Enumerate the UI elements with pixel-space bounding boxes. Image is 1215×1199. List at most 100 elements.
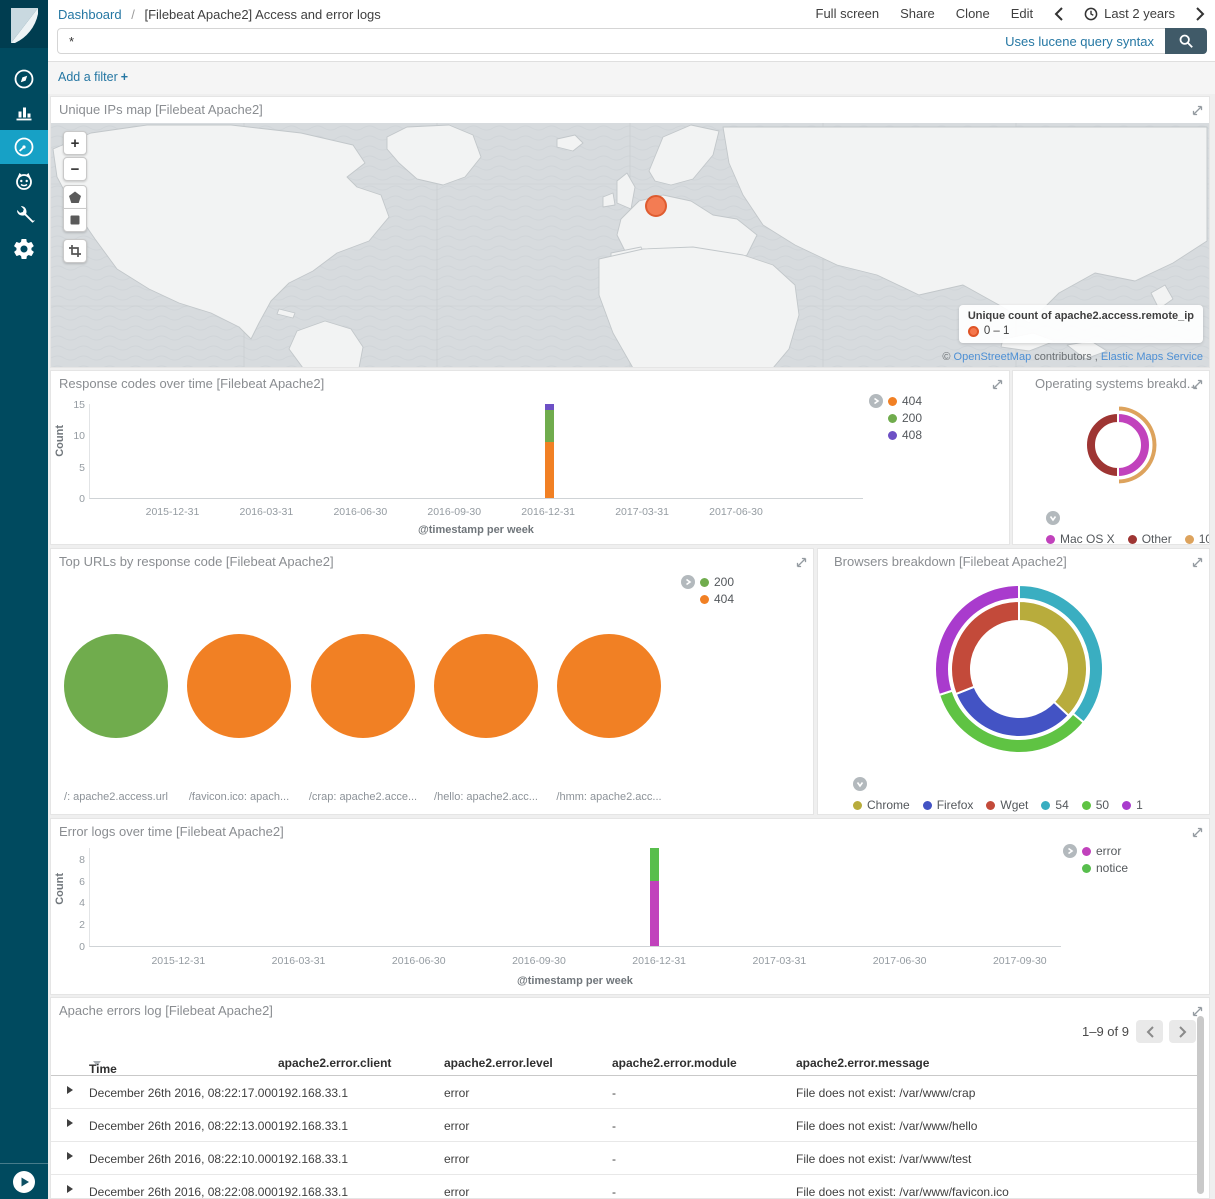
- map-fit-bounds-button[interactable]: [63, 239, 87, 263]
- os-donut-chart[interactable]: [1076, 403, 1160, 487]
- legend-collapse-icon[interactable]: [869, 394, 883, 408]
- pie-chart-404[interactable]: [187, 634, 291, 738]
- expand-panel-icon[interactable]: [796, 557, 807, 568]
- row-expand-caret[interactable]: [67, 1119, 73, 1127]
- bar-segment-408[interactable]: [545, 404, 554, 410]
- lucene-syntax-link[interactable]: Uses lucene query syntax: [1005, 34, 1154, 49]
- sidebar-item-timelion[interactable]: [0, 164, 48, 198]
- osm-link[interactable]: OpenStreetMap: [954, 351, 1032, 363]
- legend-item[interactable]: 1: [1122, 798, 1143, 812]
- y-tick-label: 8: [79, 854, 85, 866]
- column-header-level[interactable]: apache2.error.level: [444, 1056, 553, 1070]
- legend-item[interactable]: 200: [888, 411, 922, 425]
- expand-panel-icon[interactable]: [1192, 379, 1203, 390]
- legend-dot: [888, 414, 897, 423]
- search-button[interactable]: [1165, 28, 1207, 54]
- map-marker[interactable]: [645, 195, 667, 217]
- legend-item[interactable]: 404: [700, 592, 734, 606]
- add-filter-link[interactable]: Add a filter+: [58, 70, 128, 84]
- full-screen-button[interactable]: Full screen: [816, 6, 880, 21]
- ems-link[interactable]: Elastic Maps Service: [1101, 351, 1203, 363]
- pagination-prev-button[interactable]: [1136, 1020, 1163, 1043]
- bar-segment-notice[interactable]: [650, 848, 659, 881]
- pie-chart-404[interactable]: [434, 634, 538, 738]
- legend-dot: [1122, 801, 1131, 810]
- pie-chart-404[interactable]: [557, 634, 661, 738]
- sidebar-item-visualize[interactable]: [0, 96, 48, 130]
- response-codes-chart: Count 051015 2015-12-312016-03-312016-06…: [51, 397, 1009, 545]
- legend-item[interactable]: Chrome: [853, 798, 910, 812]
- panel-title: Operating systems breakd...: [1035, 376, 1198, 391]
- expand-panel-icon[interactable]: [992, 379, 1003, 390]
- column-header-module[interactable]: apache2.error.module: [612, 1056, 737, 1070]
- clone-button[interactable]: Clone: [956, 6, 990, 21]
- expand-panel-icon[interactable]: [1192, 1006, 1203, 1017]
- map-zoom-in-button[interactable]: +: [63, 131, 87, 155]
- pie-slot: /crap: apache2.acce...: [301, 634, 425, 803]
- legend-collapse-icon[interactable]: [1063, 844, 1077, 858]
- sidebar-item-management[interactable]: [0, 232, 48, 266]
- legend-collapse-icon[interactable]: [1046, 511, 1210, 525]
- x-tick-label: 2015-12-31: [151, 955, 205, 967]
- kibana-logo[interactable]: [0, 0, 48, 48]
- expand-panel-icon[interactable]: [1192, 557, 1203, 568]
- expand-panel-icon[interactable]: [1192, 105, 1203, 116]
- legend-item[interactable]: Other: [1128, 532, 1172, 545]
- expand-panel-icon[interactable]: [1192, 827, 1203, 838]
- legend-item[interactable]: Firefox: [923, 798, 974, 812]
- legend-item[interactable]: Mac OS X: [1046, 532, 1115, 545]
- message-cell: File does not exist: /var/www/hello: [796, 1119, 977, 1133]
- legend-item[interactable]: 200: [700, 575, 734, 589]
- legend-item[interactable]: notice: [1082, 861, 1128, 875]
- table-row: December 26th 2016, 08:22:13.000192.168.…: [51, 1109, 1197, 1142]
- legend-item[interactable]: error: [1082, 844, 1128, 858]
- row-expand-caret[interactable]: [67, 1086, 73, 1094]
- x-tick-label: 2016-12-31: [521, 506, 575, 518]
- legend-item[interactable]: 50: [1082, 798, 1109, 812]
- sidebar-item-dev-tools[interactable]: [0, 198, 48, 232]
- table-scrollbar[interactable]: [1197, 1016, 1204, 1194]
- legend-label: Wget: [1000, 798, 1028, 812]
- legend-item[interactable]: 54: [1041, 798, 1068, 812]
- breadcrumb-dashboard-link[interactable]: Dashboard: [58, 7, 122, 22]
- time-picker[interactable]: Last 2 years: [1084, 6, 1175, 21]
- pie-chart-200[interactable]: [64, 634, 168, 738]
- legend-item[interactable]: Wget: [986, 798, 1028, 812]
- world-map[interactable]: + − Unique count of apache2.access.remot…: [51, 123, 1209, 367]
- legend-item[interactable]: 408: [888, 428, 922, 442]
- filter-bar: Add a filter+: [48, 62, 1215, 94]
- legend-collapse-icon[interactable]: [681, 575, 695, 589]
- map-draw-polygon-button[interactable]: [63, 185, 87, 209]
- map-draw-rectangle-button[interactable]: [63, 208, 87, 232]
- bar-segment-200[interactable]: [545, 410, 554, 441]
- column-header-message[interactable]: apache2.error.message: [796, 1056, 929, 1070]
- map-zoom-out-button[interactable]: −: [63, 157, 87, 181]
- pie-chart-404[interactable]: [311, 634, 415, 738]
- edit-button[interactable]: Edit: [1011, 6, 1033, 21]
- browsers-donut-chart[interactable]: [931, 581, 1107, 757]
- level-cell: error: [444, 1086, 469, 1100]
- column-header-client[interactable]: apache2.error.client: [278, 1056, 391, 1070]
- sidebar-item-dashboard[interactable]: [0, 130, 48, 164]
- legend-collapse-icon[interactable]: [853, 777, 1143, 791]
- x-tick-label: 2015-12-31: [146, 506, 200, 518]
- pagination-next-button[interactable]: [1169, 1020, 1196, 1043]
- sidebar-collapse-button[interactable]: [0, 1163, 48, 1199]
- row-expand-caret[interactable]: [67, 1152, 73, 1160]
- share-button[interactable]: Share: [900, 6, 935, 21]
- column-header-time[interactable]: Time: [89, 1056, 101, 1070]
- y-tick-label: 6: [79, 876, 85, 888]
- client-cell: 192.168.33.1: [278, 1152, 348, 1166]
- legend-item[interactable]: 10: [1185, 532, 1210, 545]
- sidebar-item-discover[interactable]: [0, 62, 48, 96]
- x-axis-ticks: 2015-12-312016-03-312016-06-302016-09-30…: [89, 955, 1061, 969]
- legend-item[interactable]: 404: [888, 394, 922, 408]
- row-expand-caret[interactable]: [67, 1185, 73, 1193]
- time-forward-button[interactable]: [1196, 7, 1205, 21]
- search-input[interactable]: *: [58, 34, 1005, 49]
- y-tick-label: 10: [73, 430, 85, 442]
- bar-segment-404[interactable]: [545, 442, 554, 498]
- bar-segment-error[interactable]: [650, 881, 659, 946]
- donut-slice-Other[interactable]: [1086, 413, 1118, 477]
- time-back-button[interactable]: [1054, 7, 1063, 21]
